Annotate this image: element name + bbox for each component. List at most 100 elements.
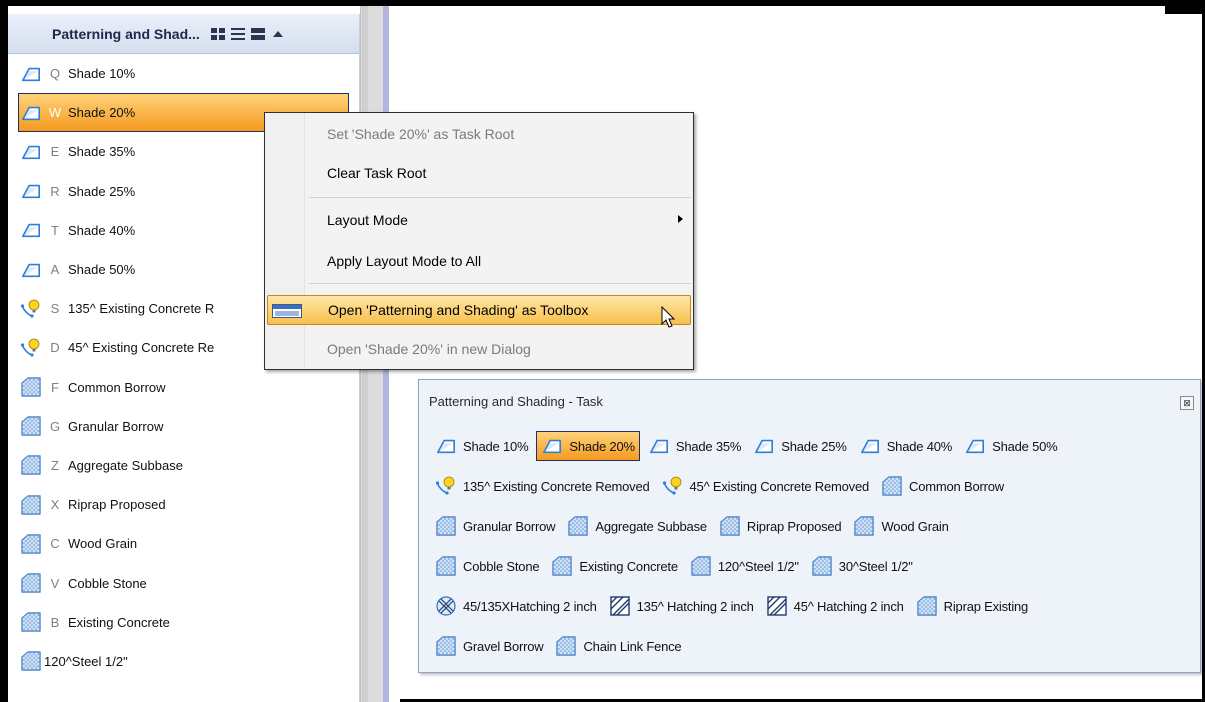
toolbox-tool-button[interactable]: Shade 50% xyxy=(960,431,1061,461)
shade-icon xyxy=(20,63,42,85)
task-item[interactable]: G Granular Borrow xyxy=(8,407,359,446)
menu-item-layout-mode[interactable]: Layout Mode xyxy=(267,205,691,235)
pattern-icon xyxy=(881,475,903,497)
menu-item-open-as-toolbox[interactable]: Open 'Patterning and Shading' as Toolbox xyxy=(267,295,691,325)
pattern-icon xyxy=(555,635,577,657)
pattern-icon xyxy=(916,595,938,617)
shade-icon xyxy=(20,141,42,163)
menu-item-label: Clear Task Root xyxy=(327,165,427,181)
menu-item-label: Apply Layout Mode to All xyxy=(327,253,482,269)
toolbox-row: Cobble Stone Existing Concrete 120^Steel 1… xyxy=(431,546,1195,586)
bulb-icon xyxy=(20,337,42,359)
toolbox-tool-button[interactable]: Chain Link Fence xyxy=(551,631,685,661)
toolbox-tool-button[interactable]: 45/135XHatching 2 inch xyxy=(431,591,601,621)
toolbox-tool-button[interactable]: Shade 40% xyxy=(855,431,956,461)
toolbox-tool-button[interactable]: Granular Borrow xyxy=(431,511,559,541)
task-item-label: Common Borrow xyxy=(68,379,166,395)
pattern-icon xyxy=(690,555,712,577)
toolbox-tool-label: Shade 50% xyxy=(992,438,1058,454)
shortcut-key: C xyxy=(50,536,60,552)
menu-item-set-task-root[interactable]: Set 'Shade 20%' as Task Root xyxy=(267,119,691,149)
shade-icon xyxy=(20,219,42,241)
task-item[interactable]: V Cobble Stone xyxy=(8,563,359,602)
toolbox-tool-label: Shade 40% xyxy=(886,438,953,454)
shortcut-key: E xyxy=(50,144,60,160)
pattern-icon xyxy=(20,494,42,516)
menu-item-label: Open 'Shade 20%' in new Dialog xyxy=(327,341,531,357)
toolbox-tool-label: Chain Link Fence xyxy=(583,638,682,654)
toolbox-tool-button[interactable]: 120^Steel 1/2" xyxy=(686,551,803,581)
task-item-label: Shade 10% xyxy=(68,66,136,82)
context-menu: Set 'Shade 20%' as Task Root Clear Task … xyxy=(264,112,694,370)
toolbox-tool-label: 30^Steel 1/2" xyxy=(838,558,913,574)
menu-item-apply-layout-mode[interactable]: Apply Layout Mode to All xyxy=(267,246,691,276)
toolbox-tool-label: 120^Steel 1/2" xyxy=(717,558,799,574)
submenu-arrow-icon xyxy=(678,215,683,223)
menu-item-open-in-dialog[interactable]: Open 'Shade 20%' in new Dialog xyxy=(267,334,691,364)
pattern-icon xyxy=(20,454,42,476)
task-item-label: Cobble Stone xyxy=(68,575,147,591)
shade-icon xyxy=(20,259,42,281)
task-item[interactable]: 120^Steel 1/2" xyxy=(8,642,359,681)
context-menu-gutter xyxy=(265,113,305,369)
pattern-icon xyxy=(20,415,42,437)
list-view-icon[interactable] xyxy=(230,27,246,41)
menu-separator xyxy=(309,197,691,198)
toolbox-tool-button[interactable]: Shade 25% xyxy=(749,431,850,461)
toolbox-tool-button[interactable]: Shade 35% xyxy=(644,431,745,461)
collapse-icon[interactable] xyxy=(270,27,286,41)
toolbox-tool-button[interactable]: Gravel Borrow xyxy=(431,631,547,661)
shade-icon xyxy=(435,435,457,457)
task-item[interactable]: Q Shade 10% xyxy=(8,54,359,93)
toolbox-tool-label: Aggregate Subbase xyxy=(595,518,707,534)
task-item[interactable]: X Riprap Proposed xyxy=(8,485,359,524)
toolbox-tool-button[interactable]: Wood Grain xyxy=(849,511,952,541)
toolbox-tool-button[interactable]: Riprap Existing xyxy=(912,591,1032,621)
toolbox-tool-button[interactable]: 30^Steel 1/2" xyxy=(807,551,917,581)
toolbox-tool-button[interactable]: 45^ Existing Concrete Removed xyxy=(658,471,874,501)
toolbox-row: 135^ Existing Concrete Removed 45^ Existi… xyxy=(431,466,1195,506)
grid-view-icon[interactable] xyxy=(210,27,226,41)
toolbox-tool-button[interactable]: Riprap Proposed xyxy=(715,511,846,541)
toolbox-tool-label: Gravel Borrow xyxy=(463,638,544,654)
toolbox-tool-button[interactable]: 135^ Hatching 2 inch xyxy=(605,591,758,621)
shortcut-key: Q xyxy=(49,66,61,82)
task-panel-title: Patterning and Shad... xyxy=(52,25,200,42)
toolbox-tool-button[interactable]: Existing Concrete xyxy=(547,551,681,581)
shade-icon xyxy=(753,435,775,457)
shade-icon xyxy=(859,435,881,457)
menu-item-clear-task-root[interactable]: Clear Task Root xyxy=(267,158,691,188)
toolbox-tool-button[interactable]: Shade 20% xyxy=(536,431,640,461)
toolbox-tool-button[interactable]: Aggregate Subbase xyxy=(563,511,711,541)
shortcut-key: V xyxy=(50,575,60,591)
task-item-label: Granular Borrow xyxy=(68,418,164,434)
menu-item-label: Open 'Patterning and Shading' as Toolbox xyxy=(328,302,589,318)
task-item[interactable]: Z Aggregate Subbase xyxy=(8,446,359,485)
toolbox-tool-label: Shade 10% xyxy=(463,438,529,454)
shortcut-key: R xyxy=(50,183,60,199)
toolbox-row: Granular Borrow Aggregate Subbase Riprap P… xyxy=(431,506,1195,546)
pattern-icon xyxy=(20,533,42,555)
toolbox-tool-label: Riprap Proposed xyxy=(746,518,842,534)
task-item-label: Shade 20% xyxy=(68,105,136,121)
detail-view-icon[interactable] xyxy=(250,27,266,41)
toolbox-tool-button[interactable]: Cobble Stone xyxy=(431,551,543,581)
close-icon[interactable]: ⊠ xyxy=(1180,396,1194,410)
menu-item-label: Layout Mode xyxy=(327,212,408,228)
toolbox-tool-button[interactable]: Shade 10% xyxy=(431,431,532,461)
shade-icon xyxy=(20,180,42,202)
task-item[interactable]: B Existing Concrete xyxy=(8,603,359,642)
toolbox-tool-label: Wood Grain xyxy=(881,518,949,534)
menu-separator xyxy=(309,283,691,284)
bulb-icon xyxy=(20,298,42,320)
task-item[interactable]: F Common Borrow xyxy=(8,368,359,407)
shortcut-key: X xyxy=(50,497,60,513)
toolbox-tool-button[interactable]: Common Borrow xyxy=(877,471,1008,501)
toolbox-tool-button[interactable]: 135^ Existing Concrete Removed xyxy=(431,471,654,501)
task-item-label: 45^ Existing Concrete Re xyxy=(68,340,215,356)
shortcut-key: A xyxy=(50,262,60,278)
toolbox-tool-label: Shade 35% xyxy=(675,438,742,454)
task-item[interactable]: C Wood Grain xyxy=(8,524,359,563)
task-item-label: 120^Steel 1/2" xyxy=(44,653,128,669)
toolbox-tool-button[interactable]: 45^ Hatching 2 inch xyxy=(762,591,908,621)
